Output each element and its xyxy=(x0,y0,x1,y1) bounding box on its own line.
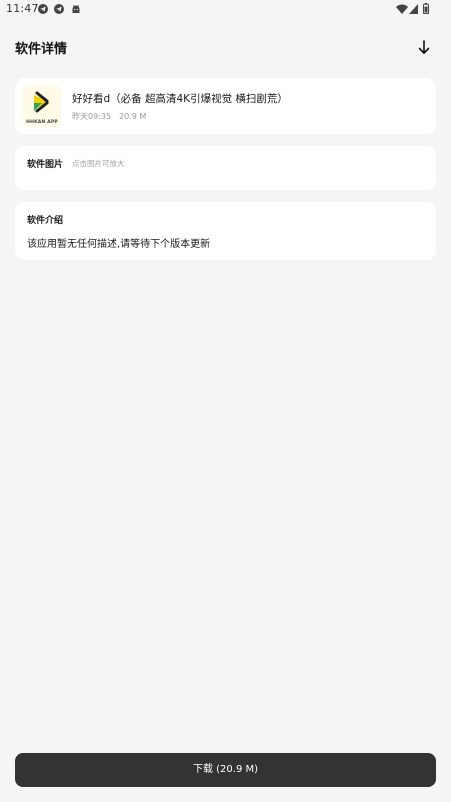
battery-icon xyxy=(423,3,429,14)
android-icon xyxy=(71,4,81,14)
page-header: 软件详情 xyxy=(0,28,451,66)
app-date: 昨天09:35 xyxy=(72,112,112,121)
download-button[interactable]: 下载 (20.9 M) xyxy=(15,753,436,787)
app-icon: HHKAN APP xyxy=(23,85,61,127)
wifi-icon xyxy=(396,4,408,14)
intro-section-label: 软件介绍 xyxy=(27,216,64,226)
app-meta: 昨天09:35 20.9 M xyxy=(72,111,146,122)
app-icon-caption: HHKAN APP xyxy=(26,120,58,125)
download-arrow-icon xyxy=(418,40,430,54)
intro-text: 该应用暂无任何描述,请等待下个版本更新 xyxy=(27,239,211,250)
telegram-icon xyxy=(54,4,64,14)
app-name: 好好看d（必备 超高清4K引爆视觉 横扫剧荒） xyxy=(72,93,288,105)
signal-icon xyxy=(409,4,418,14)
images-section-hint: 点击图片可放大 xyxy=(72,159,125,168)
status-bar: 11:47 xyxy=(0,0,451,20)
app-intro-card: 软件介绍 该应用暂无任何描述,请等待下个版本更新 xyxy=(15,202,436,260)
page-title: 软件详情 xyxy=(15,42,68,57)
telegram-icon xyxy=(38,4,48,14)
images-section-label: 软件图片 xyxy=(27,160,64,170)
status-time: 11:47 xyxy=(6,2,39,15)
play-logo-icon xyxy=(23,85,61,119)
download-arrow-button[interactable] xyxy=(415,37,433,57)
app-images-card[interactable]: 软件图片 点击图片可放大 xyxy=(15,146,436,190)
app-info-card[interactable]: HHKAN APP 好好看d（必备 超高清4K引爆视觉 横扫剧荒） 昨天09:3… xyxy=(15,78,436,134)
app-size: 20.9 M xyxy=(119,112,147,121)
